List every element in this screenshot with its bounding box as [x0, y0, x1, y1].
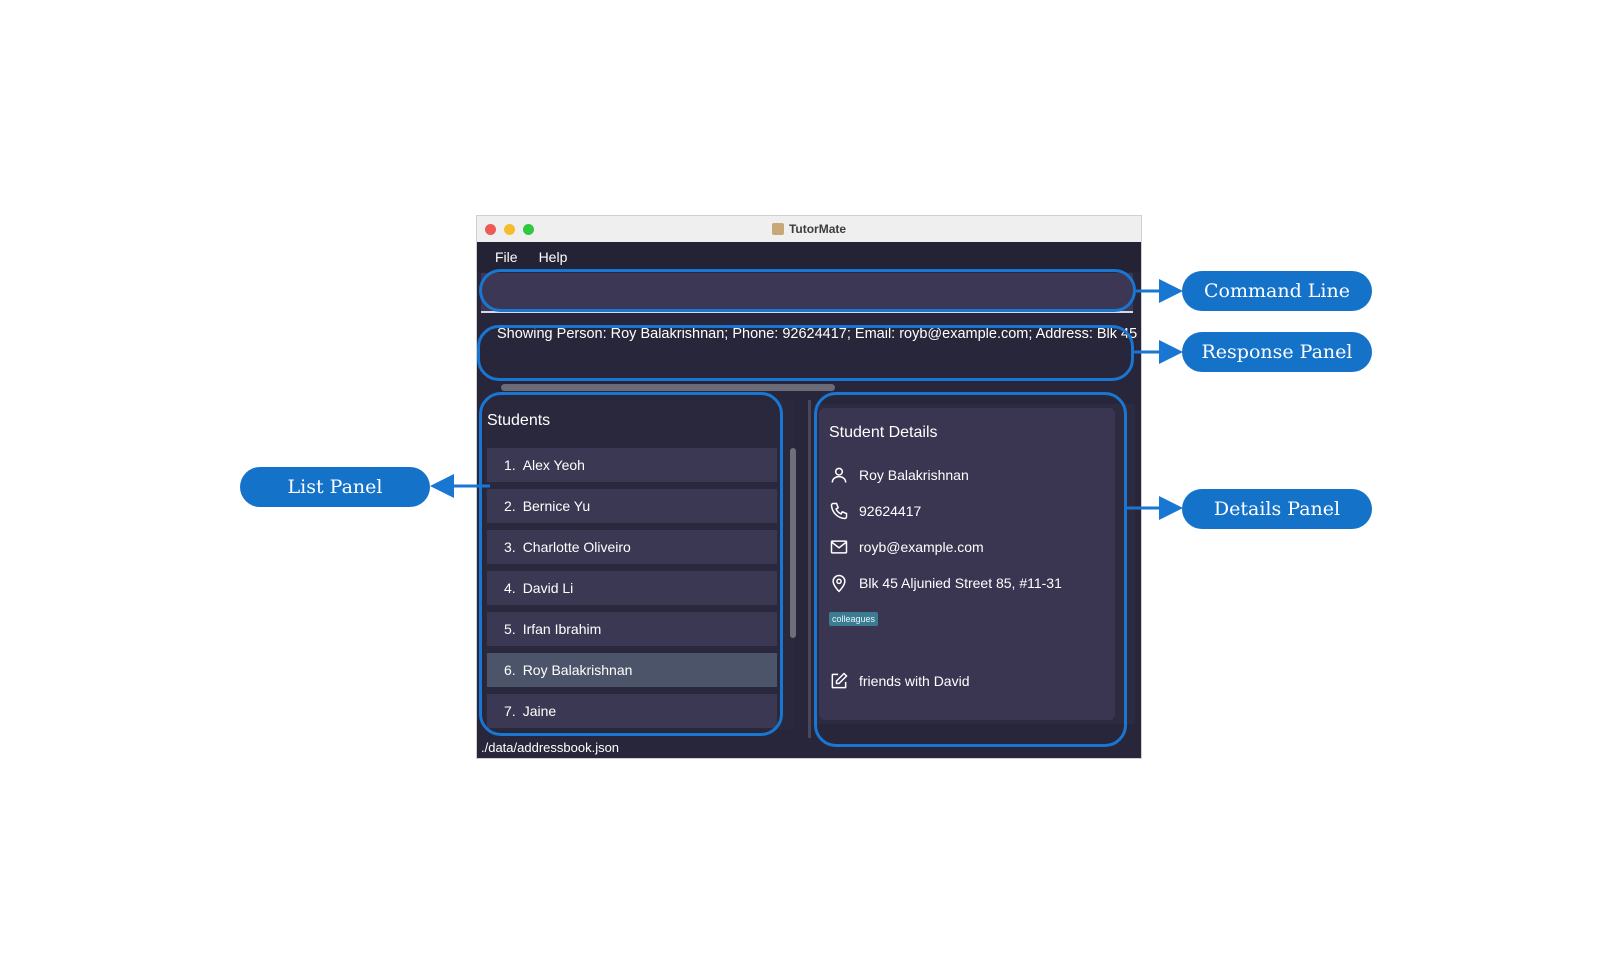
response-panel-highlight — [477, 325, 1134, 381]
menu-help[interactable]: Help — [529, 249, 579, 265]
details-panel-callout: Details Panel — [1182, 489, 1372, 529]
list-panel-callout: List Panel — [240, 467, 430, 507]
menu-bar: File Help — [477, 242, 1141, 272]
list-vertical-scrollbar[interactable] — [790, 448, 796, 638]
window-title-wrap: TutorMate — [477, 216, 1141, 242]
app-icon — [771, 223, 784, 235]
menu-file[interactable]: File — [477, 249, 529, 265]
command-line-highlight — [479, 269, 1136, 312]
response-panel-callout: Response Panel — [1182, 332, 1372, 372]
command-line-callout: Command Line — [1182, 271, 1372, 311]
panel-splitter[interactable] — [808, 400, 811, 740]
window-title: TutorMate — [788, 222, 847, 236]
title-bar: TutorMate — [477, 216, 1141, 243]
horizontal-scrollbar[interactable] — [501, 384, 835, 391]
list-panel-highlight — [479, 392, 783, 736]
details-panel-highlight — [814, 392, 1127, 747]
